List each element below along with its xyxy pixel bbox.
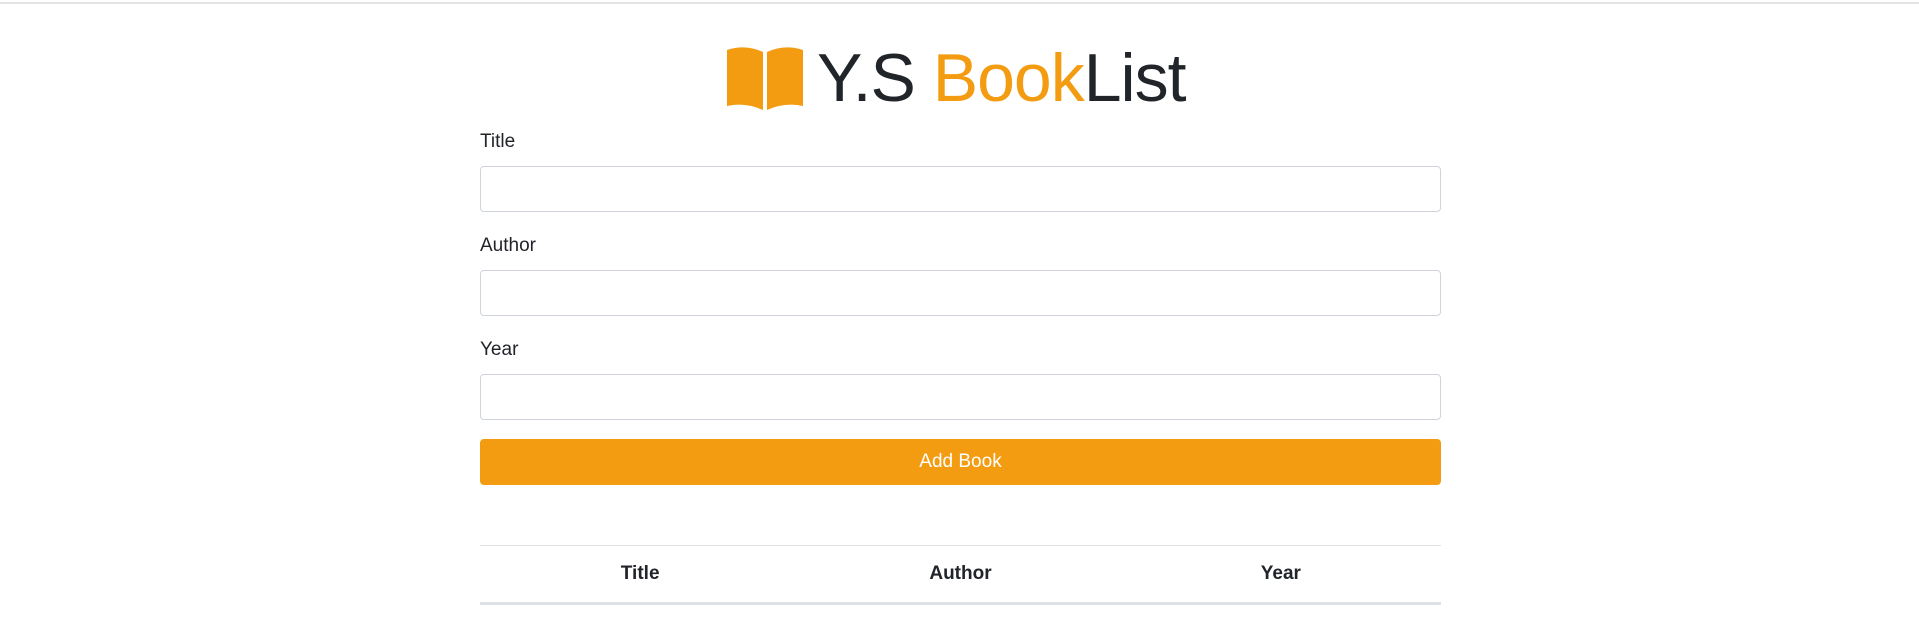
column-header-year: Year xyxy=(1120,545,1441,605)
add-book-button[interactable]: Add Book xyxy=(480,439,1441,485)
brand-text: Y.S BookList xyxy=(817,44,1187,112)
table-header: Title Author Year xyxy=(480,545,1441,605)
table-header-row: Title Author Year xyxy=(480,545,1441,605)
brand-highlight: Book xyxy=(932,40,1085,116)
column-header-title: Title xyxy=(480,545,801,605)
title-input[interactable] xyxy=(480,166,1441,212)
brand-suffix: List xyxy=(1083,40,1187,116)
author-label: Author xyxy=(480,235,536,256)
year-input[interactable] xyxy=(480,374,1441,420)
column-header-author: Author xyxy=(800,545,1121,605)
top-border xyxy=(0,2,1919,4)
author-input[interactable] xyxy=(480,270,1441,316)
page-title: Y.S BookList xyxy=(725,44,1187,112)
year-label: Year xyxy=(480,339,519,360)
brand-prefix: Y.S xyxy=(817,40,933,116)
title-label: Title xyxy=(480,131,516,152)
open-book-icon xyxy=(725,46,805,110)
book-list-table: Title Author Year xyxy=(480,545,1441,605)
